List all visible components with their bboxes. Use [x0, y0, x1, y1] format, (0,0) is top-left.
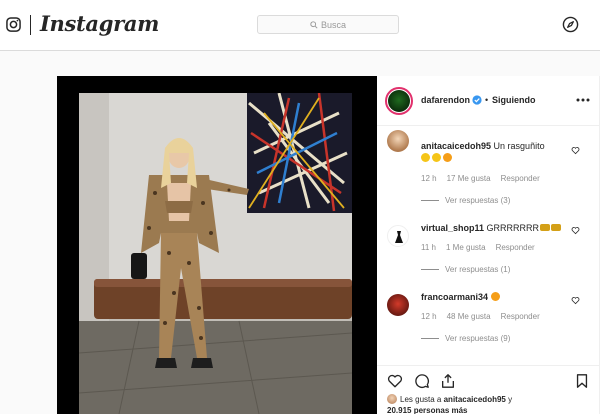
- view-replies-label: Ver respuestas (9): [445, 334, 511, 343]
- save-bookmark-icon[interactable]: [574, 373, 590, 389]
- view-replies-link[interactable]: Ver respuestas (1): [421, 265, 510, 274]
- header-separator: •: [485, 95, 489, 105]
- view-replies-link[interactable]: Ver respuestas (9): [421, 334, 510, 343]
- like-heart-icon[interactable]: [387, 373, 403, 389]
- post-header: dafarendon • Siguiendo: [377, 76, 600, 126]
- comment-avatar[interactable]: [387, 294, 409, 316]
- comment-likes[interactable]: 17 Me gusta: [447, 174, 491, 183]
- laughing-emoji-icon: [432, 153, 441, 162]
- search-icon: [310, 20, 318, 29]
- search-input[interactable]: Busca: [257, 15, 399, 34]
- verified-badge-icon: [472, 95, 482, 105]
- comment-emojis: [421, 152, 571, 164]
- heart-eyes-emoji-icon: [490, 292, 500, 301]
- likes-conjunction: y: [508, 395, 513, 404]
- comment-username[interactable]: virtual_shop11: [421, 223, 484, 233]
- likes-prefix: Les gusta a: [400, 395, 442, 404]
- like-comment-heart-icon[interactable]: [571, 296, 580, 305]
- comment-avatar[interactable]: [387, 225, 409, 247]
- search-placeholder: Busca: [320, 19, 346, 30]
- following-button[interactable]: Siguiendo: [492, 95, 536, 105]
- comment-message: Un rasguñito: [493, 141, 545, 151]
- view-replies-label: Ver respuestas (1): [445, 265, 511, 274]
- reply-button[interactable]: Responder: [501, 312, 540, 321]
- likes-summary: Les gusta a anitacaicedoh95 y 20.915 per…: [387, 394, 593, 414]
- instagram-wordmark[interactable]: Instagram: [40, 11, 159, 36]
- owner-username[interactable]: dafarendon: [421, 95, 470, 105]
- top-nav: Instagram Busca: [0, 0, 600, 51]
- more-options-icon[interactable]: [576, 98, 590, 102]
- liker-username[interactable]: anitacaicedoh95: [444, 395, 506, 404]
- view-replies-label: Ver respuestas (3): [445, 196, 511, 205]
- comment-avatar[interactable]: [387, 130, 409, 152]
- logo-divider: [30, 15, 31, 35]
- comment-username[interactable]: anitacaicedoh95: [421, 141, 491, 151]
- leopard-emoji-icon: [551, 224, 562, 231]
- view-replies-link[interactable]: Ver respuestas (3): [421, 196, 510, 205]
- comment-text: anitacaicedoh95 Un rasguñito: [421, 140, 571, 152]
- photo-illustration: [79, 93, 352, 414]
- comment-meta: 11 h 1 Me gusta Responder: [421, 243, 545, 252]
- owner-avatar[interactable]: [385, 87, 413, 115]
- post-actions: Les gusta a anitacaicedoh95 y 20.915 per…: [377, 365, 600, 414]
- reply-button[interactable]: Responder: [496, 243, 535, 252]
- instagram-camera-icon[interactable]: [6, 17, 21, 32]
- comment-message: GRRRRRRR: [486, 223, 540, 233]
- like-comment-heart-icon[interactable]: [571, 226, 580, 235]
- comment-username[interactable]: francoarmani34: [421, 292, 488, 302]
- heart-eyes-emoji-icon: [443, 153, 452, 162]
- comment-likes[interactable]: 1 Me gusta: [446, 243, 486, 252]
- comment-age: 12 h: [421, 312, 437, 321]
- share-icon[interactable]: [440, 373, 456, 389]
- comment-meta: 12 h 48 Me gusta Responder: [421, 312, 550, 321]
- explore-compass-icon[interactable]: [562, 16, 579, 33]
- reply-button[interactable]: Responder: [501, 174, 540, 183]
- comment-text: francoarmani34: [421, 291, 571, 303]
- comment-meta: 12 h 17 Me gusta Responder: [421, 174, 550, 183]
- comment-likes[interactable]: 48 Me gusta: [447, 312, 491, 321]
- post-side-panel: dafarendon • Siguiendo anitacaicedoh95 U…: [377, 76, 600, 414]
- comment-age: 11 h: [421, 243, 436, 252]
- comment-age: 12 h: [421, 174, 437, 183]
- laughing-emoji-icon: [421, 153, 430, 162]
- post-photo: [79, 93, 352, 414]
- likes-count[interactable]: 20.915 personas más: [387, 406, 468, 414]
- comment-bubble-icon[interactable]: [414, 373, 430, 389]
- liker-avatar[interactable]: [387, 394, 397, 404]
- leopard-emoji-icon: [540, 224, 551, 231]
- post-image[interactable]: [57, 76, 377, 414]
- dress-logo-icon: [395, 231, 403, 243]
- like-comment-heart-icon[interactable]: [571, 146, 580, 155]
- comment-text: virtual_shop11 GRRRRRRR: [421, 222, 571, 234]
